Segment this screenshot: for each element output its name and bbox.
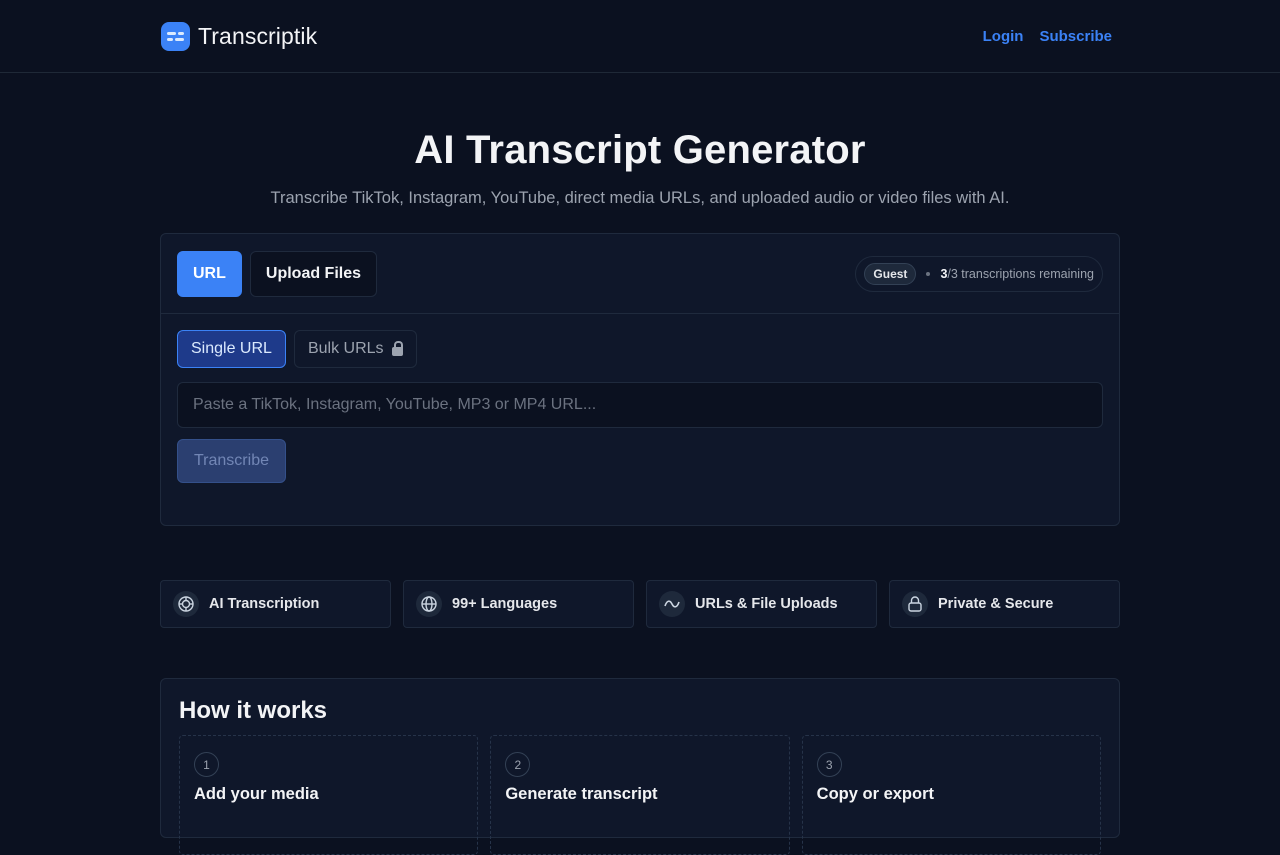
feature-list: AI Transcription 99+ Languages URLs & Fi… bbox=[160, 580, 1120, 628]
tab-bulk-urls[interactable]: Bulk URLs bbox=[293, 330, 417, 368]
page-title: AI Transcript Generator bbox=[414, 128, 866, 172]
how-it-works: How it works 1 Add your media 2 Generate… bbox=[160, 678, 1120, 855]
step-number: 2 bbox=[505, 752, 531, 777]
feature-label: URLs & File Uploads bbox=[695, 596, 838, 612]
brand-name: Transcriptik bbox=[198, 22, 318, 49]
brand[interactable]: Transcriptik bbox=[161, 21, 318, 51]
page-subtitle: Transcribe TikTok, Instagram, YouTube, d… bbox=[270, 189, 1010, 207]
target-icon bbox=[173, 591, 199, 617]
transcribe-card: URL Upload Files Guest 3/3 transcription… bbox=[160, 233, 1120, 526]
subscribe-link[interactable]: Subscribe bbox=[1039, 28, 1112, 45]
logo-icon bbox=[161, 21, 190, 51]
feature-label: AI Transcription bbox=[209, 596, 320, 612]
step-number: 3 bbox=[816, 752, 842, 777]
tab-single-url[interactable]: Single URL bbox=[177, 330, 286, 368]
tab-bulk-urls-label: Bulk URLs bbox=[307, 340, 384, 357]
feature-private-secure: Private & Secure bbox=[889, 580, 1120, 628]
section-title: How it works bbox=[179, 697, 328, 724]
feature-label: 99+ Languages bbox=[452, 596, 558, 612]
url-input[interactable] bbox=[177, 382, 1103, 428]
tab-single-url-label: Single URL bbox=[191, 340, 272, 357]
url-subtabs: Single URL Bulk URLs bbox=[177, 330, 1103, 368]
top-header: Transcriptik Login Subscribe bbox=[0, 0, 1280, 73]
lock-icon bbox=[391, 340, 403, 356]
steps: 1 Add your media 2 Generate transcript 3… bbox=[179, 735, 1101, 855]
wave-icon bbox=[659, 591, 685, 617]
step-title: Add your media bbox=[194, 785, 319, 803]
quota-suffix: /3 transcriptions remaining bbox=[947, 266, 1094, 281]
guest-badge: Guest bbox=[864, 262, 917, 285]
globe-icon bbox=[416, 591, 442, 617]
lock-icon bbox=[902, 591, 928, 617]
step-title: Generate transcript bbox=[505, 785, 658, 803]
separator-dot bbox=[926, 271, 931, 276]
feature-label: Private & Secure bbox=[938, 596, 1054, 612]
step-card: 3 Copy or export bbox=[801, 735, 1101, 855]
feature-urls-uploads: URLs & File Uploads bbox=[646, 580, 877, 628]
quota-indicator: Guest 3/3 transcriptions remaining bbox=[855, 255, 1103, 292]
feature-languages: 99+ Languages bbox=[403, 580, 634, 628]
step-card: 1 Add your media bbox=[179, 735, 479, 855]
step-title: Copy or export bbox=[816, 785, 935, 803]
tab-upload-files[interactable]: Upload Files bbox=[249, 250, 378, 297]
step-card: 2 Generate transcript bbox=[490, 735, 790, 855]
hero: AI Transcript Generator Transcribe TikTo… bbox=[0, 128, 1280, 208]
card-toolbar: URL Upload Files Guest 3/3 transcription… bbox=[161, 234, 1119, 314]
quota-text: 3/3 transcriptions remaining bbox=[940, 267, 1094, 281]
tab-url[interactable]: URL bbox=[177, 250, 242, 297]
login-link[interactable]: Login bbox=[983, 28, 1024, 45]
mode-tabs: URL Upload Files bbox=[177, 250, 378, 297]
card-body: Single URL Bulk URLs Transcribe bbox=[161, 314, 1119, 499]
feature-ai-transcription: AI Transcription bbox=[160, 580, 391, 628]
step-number: 1 bbox=[194, 752, 219, 777]
top-nav: Login Subscribe bbox=[983, 28, 1120, 45]
transcribe-button[interactable]: Transcribe bbox=[177, 439, 286, 483]
